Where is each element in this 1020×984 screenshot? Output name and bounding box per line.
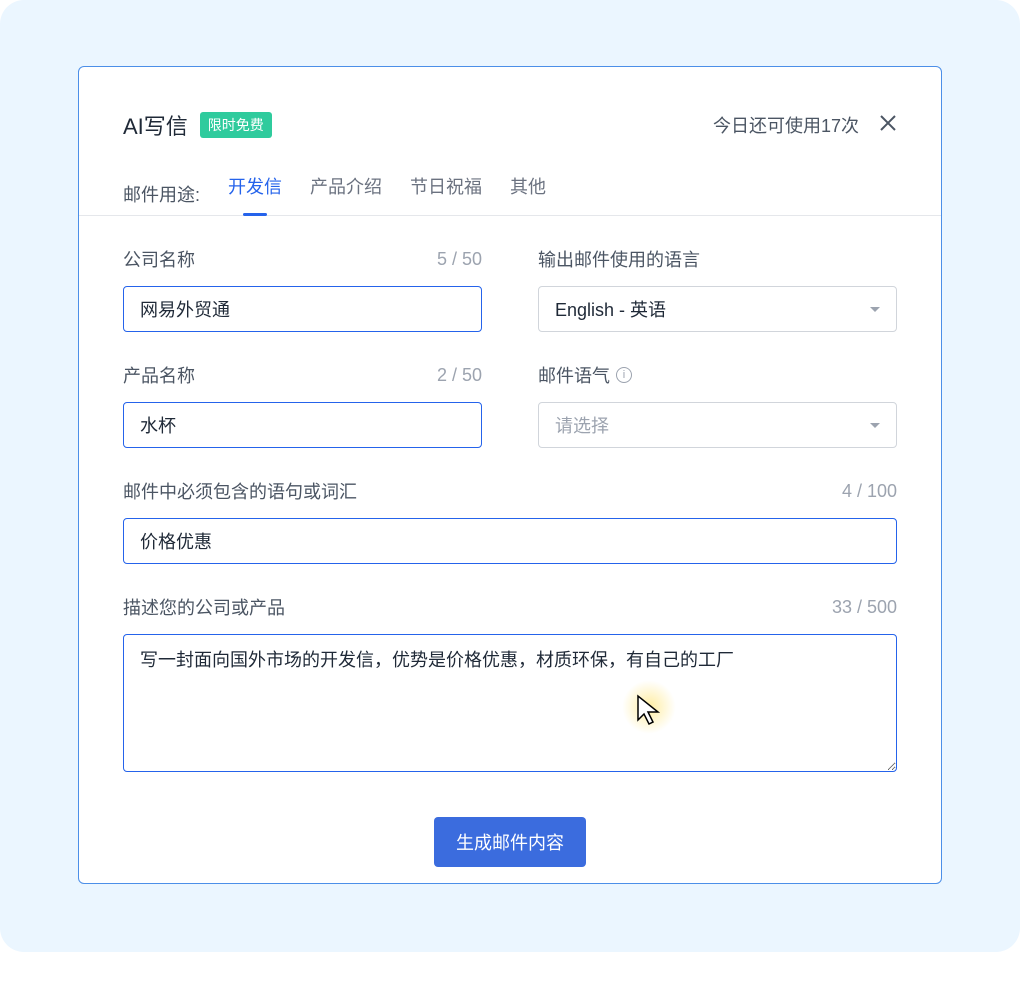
company-name-counter: 5 / 50 — [437, 249, 482, 270]
usage-remaining-text: 今日还可使用17次 — [713, 112, 859, 138]
output-language-value: English - 英语 — [555, 296, 666, 322]
product-name-counter: 2 / 50 — [437, 365, 482, 386]
chevron-down-icon — [870, 307, 880, 312]
form-body: 公司名称 5 / 50 输出邮件使用的语言 English - 英语 — [79, 216, 941, 907]
close-icon[interactable] — [879, 114, 897, 136]
company-name-input[interactable] — [123, 286, 482, 332]
description-counter: 33 / 500 — [832, 597, 897, 618]
header-right: 今日还可使用17次 — [713, 112, 897, 138]
description-label: 描述您的公司或产品 — [123, 594, 285, 620]
required-words-group: 邮件中必须包含的语句或词汇 4 / 100 — [123, 478, 897, 564]
form-row-2: 产品名称 2 / 50 邮件语气 i — [123, 362, 897, 478]
submit-row: 生成邮件内容 — [123, 817, 897, 867]
tab-develop-letter[interactable]: 开发信 — [228, 173, 282, 215]
required-words-label: 邮件中必须包含的语句或词汇 — [123, 478, 357, 504]
tab-holiday-greeting[interactable]: 节日祝福 — [410, 173, 482, 215]
description-group: 描述您的公司或产品 33 / 500 — [123, 594, 897, 777]
title-group: AI写信 限时免费 — [123, 109, 272, 141]
generate-button[interactable]: 生成邮件内容 — [434, 817, 586, 867]
company-name-group: 公司名称 5 / 50 — [123, 246, 482, 332]
description-textarea[interactable] — [123, 634, 897, 772]
product-name-group: 产品名称 2 / 50 — [123, 362, 482, 448]
form-row-1: 公司名称 5 / 50 输出邮件使用的语言 English - 英语 — [123, 246, 897, 362]
chevron-down-icon — [870, 423, 880, 428]
output-language-group: 输出邮件使用的语言 English - 英语 — [538, 246, 897, 332]
product-name-label: 产品名称 — [123, 362, 195, 388]
required-words-input[interactable] — [123, 518, 897, 564]
tone-select[interactable]: 请选择 — [538, 402, 897, 448]
tabs-label: 邮件用途: — [123, 181, 200, 207]
tone-label: 邮件语气 i — [538, 362, 632, 388]
modal-header: AI写信 限时免费 今日还可使用17次 — [79, 67, 941, 141]
product-name-input[interactable] — [123, 402, 482, 448]
tabs-row: 邮件用途: 开发信 产品介绍 节日祝福 其他 — [79, 141, 941, 216]
modal-title: AI写信 — [123, 109, 188, 141]
tone-group: 邮件语气 i 请选择 — [538, 362, 897, 448]
outer-container: AI写信 限时免费 今日还可使用17次 邮件用途: 开发信 产品介绍 节日祝福 … — [0, 0, 1020, 952]
company-name-label: 公司名称 — [123, 246, 195, 272]
output-language-label: 输出邮件使用的语言 — [538, 246, 700, 272]
free-badge: 限时免费 — [200, 112, 272, 138]
tab-product-intro[interactable]: 产品介绍 — [310, 173, 382, 215]
info-icon[interactable]: i — [616, 367, 632, 383]
tone-placeholder: 请选择 — [555, 412, 609, 438]
tab-other[interactable]: 其他 — [510, 173, 546, 215]
output-language-select[interactable]: English - 英语 — [538, 286, 897, 332]
ai-write-modal: AI写信 限时免费 今日还可使用17次 邮件用途: 开发信 产品介绍 节日祝福 … — [78, 66, 942, 884]
required-words-counter: 4 / 100 — [842, 481, 897, 502]
